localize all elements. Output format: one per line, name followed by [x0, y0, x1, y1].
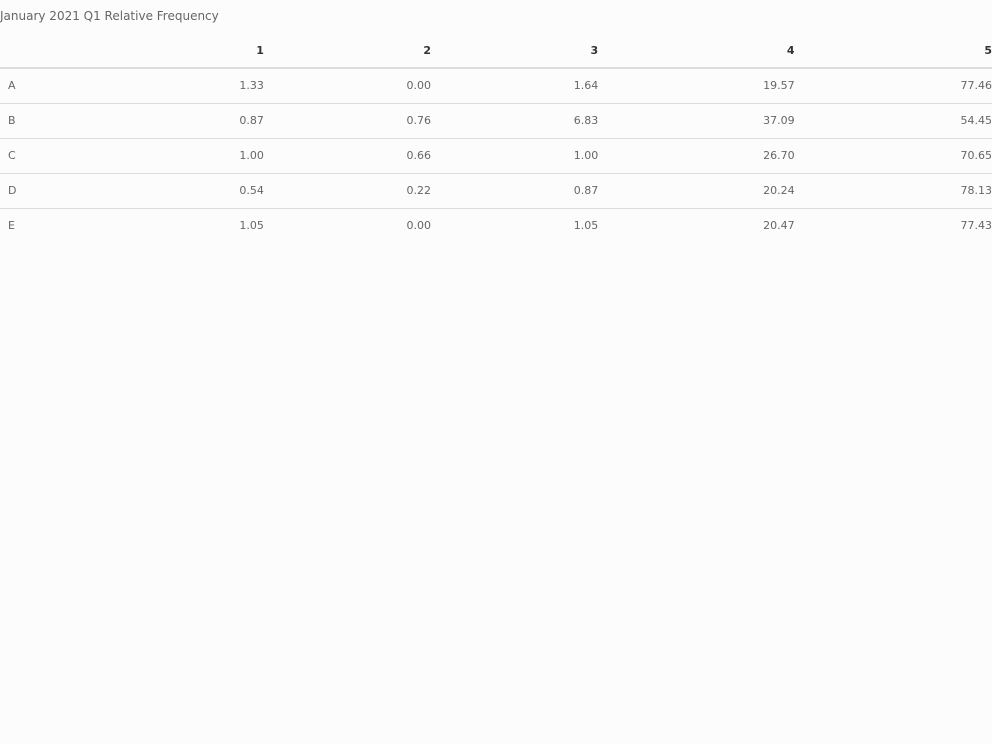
table-cell: 20.24 [598, 173, 795, 209]
header-row: 1 2 3 4 5 [0, 34, 992, 69]
table-cell: 0.00 [406, 219, 432, 233]
column-header-4: 4 [598, 34, 795, 69]
table-row: C 1.00 0.66 1.00 26.70 70.65 [0, 138, 992, 174]
table-caption: January 2021 Q1 Relative Frequency [0, 9, 219, 23]
table-cell: 37.09 [598, 103, 795, 139]
table-row: E 1.05 0.00 1.05 20.47 77.43 [0, 208, 992, 243]
table-cell: 6.83 [431, 103, 599, 139]
table-cell: 77.46 [794, 68, 992, 104]
table-cell: 0.87 [0, 103, 264, 139]
table-cell: 19.57 [598, 68, 795, 104]
table-cell: 20.47 [763, 219, 795, 233]
table-cell: 0.22 [263, 173, 432, 209]
table-cell: 1.00 [0, 138, 264, 174]
column-header-5: 5 [794, 34, 992, 69]
column-header-2: 2 [263, 34, 432, 69]
table-cell: 77.43 [960, 219, 992, 233]
column-header-1: 1 [0, 34, 264, 69]
relative-frequency-table: 1 2 3 4 5 A 1.33 0.00 1.64 19.57 77.46 B… [0, 34, 992, 243]
table-cell: 0.87 [431, 173, 599, 209]
table-cell: 0.76 [263, 103, 432, 139]
table-row: D 0.54 0.22 0.87 20.24 78.13 [0, 173, 992, 209]
table-row: A 1.33 0.00 1.64 19.57 77.46 [0, 68, 992, 104]
table-cell: 26.70 [598, 138, 795, 174]
table-cell: 1.00 [431, 138, 599, 174]
table-cell: 1.05 [573, 219, 599, 233]
table-cell: 54.45 [794, 103, 992, 139]
table-cell: 1.64 [431, 68, 599, 104]
column-header-3: 3 [431, 34, 599, 69]
table-cell: 0.66 [263, 138, 432, 174]
table-cell: 1.05 [239, 219, 264, 233]
table-cell: 1.33 [0, 68, 264, 104]
table-cell: 70.65 [794, 138, 992, 174]
table-cell: 78.13 [794, 173, 992, 209]
table-row: B 0.87 0.76 6.83 37.09 54.45 [0, 103, 992, 139]
table-cell: 0.00 [263, 68, 432, 104]
table-cell: 0.54 [0, 173, 264, 209]
